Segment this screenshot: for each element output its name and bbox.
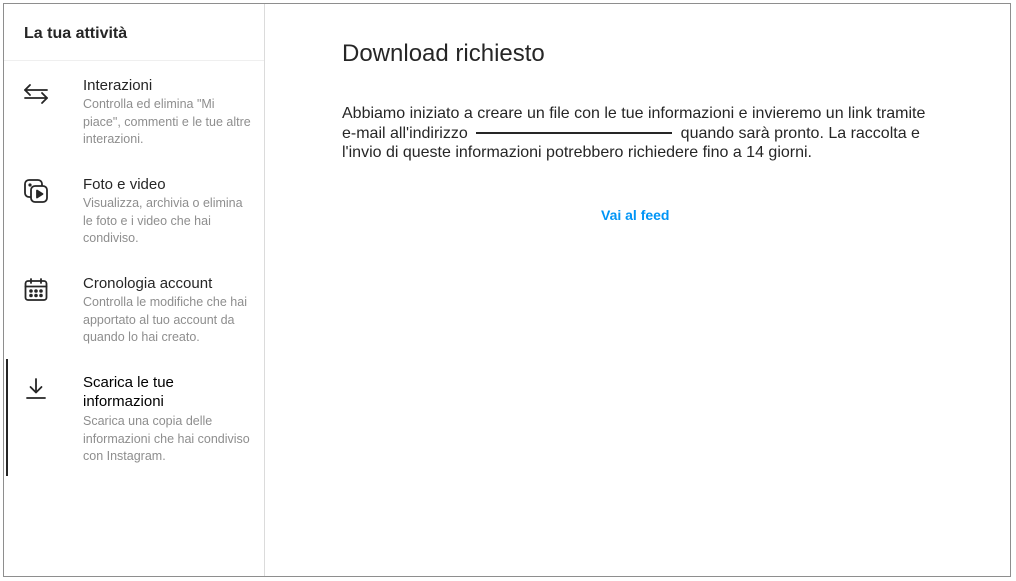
confirmation-message: Abbiamo iniziato a creare un file con le… <box>342 104 942 163</box>
go-to-feed-link[interactable]: Vai al feed <box>601 207 669 223</box>
sidebar-item-interactions[interactable]: Interazioni Controlla ed elimina "Mi pia… <box>4 76 264 156</box>
sidebar-item-description: Scarica una copia delle informazioni che… <box>83 414 250 463</box>
download-icon <box>22 375 50 403</box>
redacted-email <box>476 132 673 135</box>
page-title: Download richiesto <box>342 40 545 67</box>
sidebar-title: La tua attività <box>24 25 128 42</box>
sidebar-item-description: Controlla ed elimina "Mi piace", comment… <box>83 97 251 146</box>
sidebar-item-label: Scarica le tue informazioni <box>83 374 174 410</box>
active-item-indicator <box>6 359 8 476</box>
photo-video-icon <box>22 177 50 205</box>
sidebar-item-label: Cronologia account <box>83 275 213 292</box>
sidebar-item-description: Controlla le modifiche che hai apportato… <box>83 295 247 344</box>
sidebar-item-account-history[interactable]: Cronologia account Controlla le modifich… <box>4 274 264 354</box>
sidebar-divider <box>4 60 264 61</box>
sidebar-item-label: Interazioni <box>83 77 153 94</box>
activity-sidebar: La tua attività Interazioni Controlla ed… <box>4 4 265 576</box>
sidebar-item-label: Foto e video <box>83 176 166 193</box>
sidebar-item-download-information[interactable]: Scarica le tue informazioni Scarica una … <box>4 373 264 473</box>
sidebar-item-description: Visualizza, archivia o elimina le foto e… <box>83 196 243 245</box>
sidebar-item-photos-videos[interactable]: Foto e video Visualizza, archivia o elim… <box>4 175 264 255</box>
calendar-icon <box>22 276 50 304</box>
arrows-swap-icon <box>22 80 50 108</box>
